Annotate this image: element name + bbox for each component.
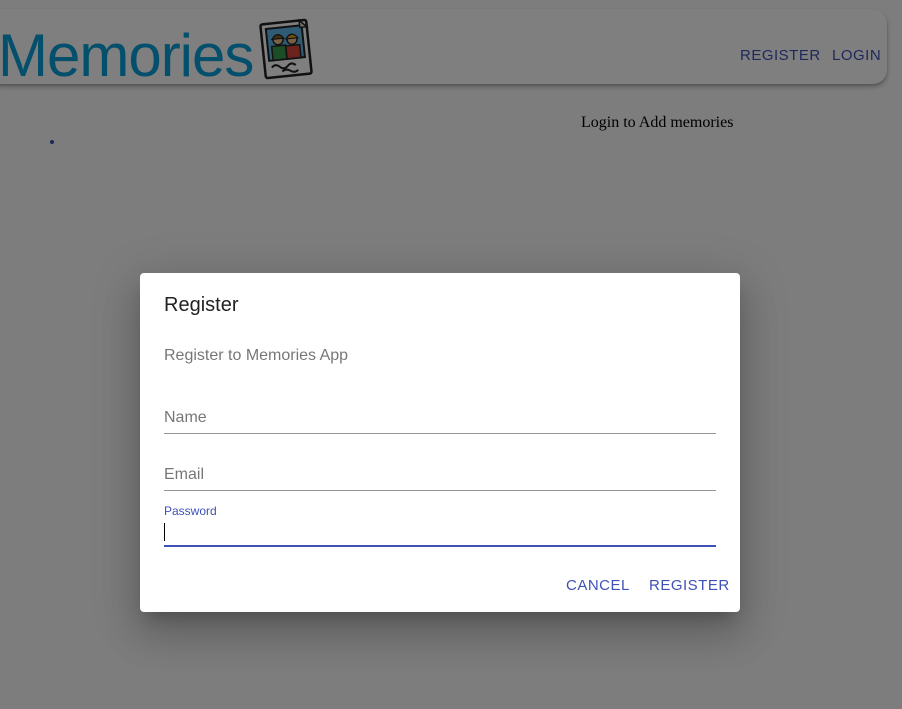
email-field[interactable]: Email [164,464,716,492]
name-field-label: Name [164,409,207,426]
email-field-underline [164,490,716,491]
email-field-label: Email [164,466,205,483]
dialog-title: Register [164,294,239,316]
password-field-label: Password [164,504,217,518]
password-field[interactable]: Password [164,503,716,549]
app-page: Memories Register Login Login to Add mem… [0,0,902,709]
name-field[interactable]: Name [164,407,716,435]
dialog-description: Register to Memories App [164,347,349,364]
password-field-underline [164,545,716,547]
text-caret [164,523,165,541]
register-submit-button[interactable]: Register [649,577,730,594]
name-field-underline [164,433,716,434]
cancel-button[interactable]: Cancel [566,577,630,594]
register-dialog: Register Register to Memories App Name E… [140,273,740,612]
